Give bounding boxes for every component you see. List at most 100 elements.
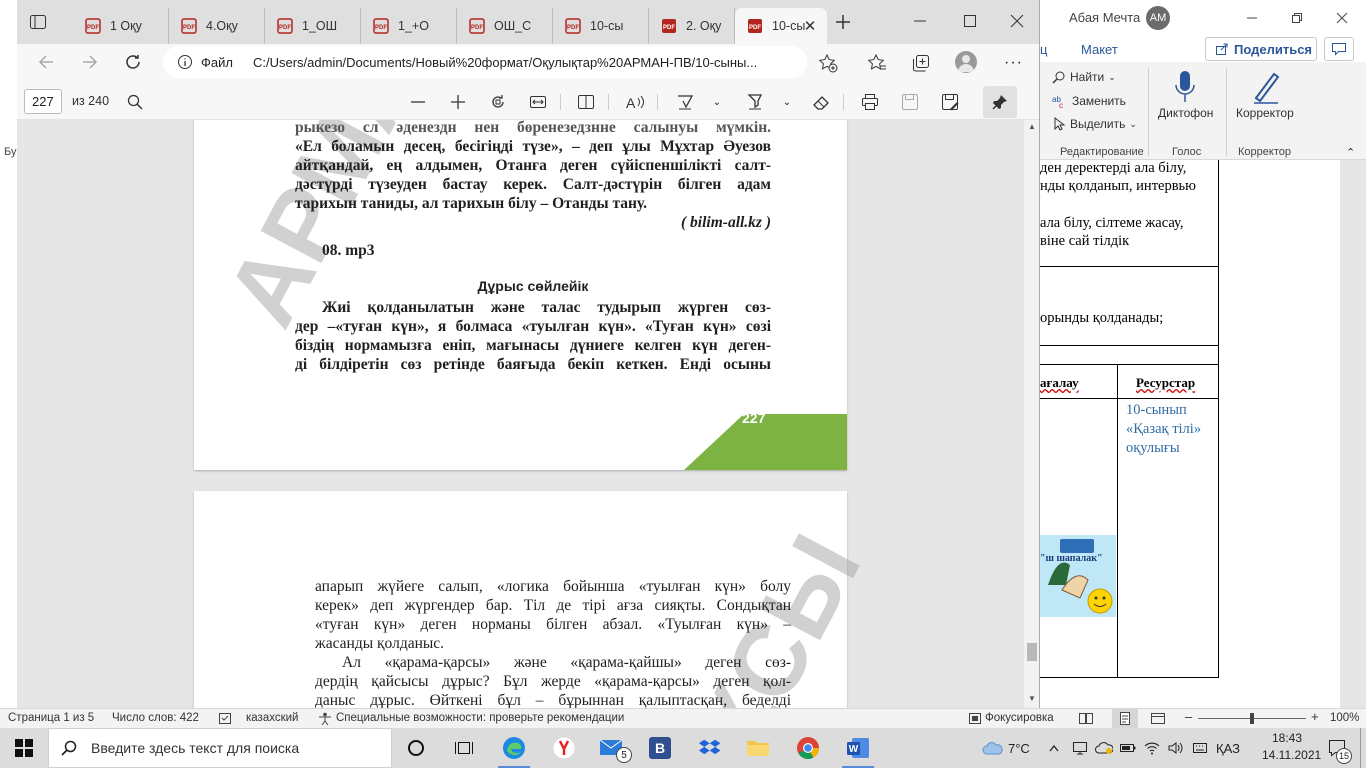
yandex-browser-icon[interactable] <box>540 728 588 768</box>
zoom-in-button[interactable]: + <box>1311 709 1319 724</box>
eraser-icon[interactable] <box>809 90 833 114</box>
draw-dropdown-icon[interactable]: ⌄ <box>705 90 729 114</box>
browser-tab[interactable]: PDF 2. Оқу <box>649 8 735 44</box>
collections-icon[interactable] <box>911 53 931 73</box>
scrollbar-thumb[interactable] <box>1027 643 1037 661</box>
close-icon[interactable] <box>1010 14 1024 28</box>
maximize-icon[interactable] <box>963 14 977 28</box>
network-share-icon[interactable] <box>1070 728 1090 768</box>
avatar[interactable]: АМ <box>1146 6 1170 30</box>
tab-actions-icon[interactable] <box>29 14 47 30</box>
favorites-icon[interactable] <box>867 53 887 73</box>
rotate-icon[interactable] <box>486 90 510 114</box>
close-icon[interactable] <box>1330 6 1354 30</box>
proofing-icon[interactable] <box>218 712 232 725</box>
input-language[interactable]: ҚАЗ <box>1216 728 1240 768</box>
language-label[interactable]: казахский <box>246 712 298 724</box>
page-view-icon[interactable] <box>574 90 598 114</box>
ribbon-tab-partial[interactable]: ц <box>1040 42 1047 57</box>
read-mode-icon[interactable] <box>1078 712 1094 725</box>
forward-icon[interactable] <box>81 53 99 71</box>
editor-button[interactable]: Корректор <box>1236 106 1294 120</box>
chrome-icon[interactable] <box>784 728 832 768</box>
scroll-down-icon[interactable]: ▼ <box>1028 694 1036 703</box>
taskbar-search[interactable]: Введите здесь текст для поиска <box>48 728 392 768</box>
weather-icon[interactable] <box>980 728 1006 768</box>
edge-app-icon[interactable] <box>490 728 538 768</box>
print-icon[interactable] <box>858 90 882 114</box>
profile-icon[interactable] <box>955 51 977 73</box>
browser-tab[interactable]: PDF 4.Оқу <box>169 8 265 44</box>
comments-button[interactable] <box>1324 37 1354 61</box>
editor-pen-icon[interactable] <box>1252 70 1280 104</box>
new-tab-icon[interactable] <box>835 14 851 30</box>
clapping-image[interactable]: "ш шапалак" <box>1040 535 1116 617</box>
show-hidden-icons[interactable] <box>1046 728 1062 768</box>
ribbon-tab-layout[interactable]: Макет <box>1081 42 1118 57</box>
dropbox-icon[interactable] <box>686 728 734 768</box>
word-account-name[interactable]: Абая Мечта <box>1069 10 1140 25</box>
page-count[interactable]: Страница 1 из 5 <box>8 712 94 724</box>
save-icon[interactable] <box>898 90 922 114</box>
word-app-icon[interactable]: W <box>834 728 882 768</box>
scroll-up-icon[interactable]: ▲ <box>1028 122 1036 131</box>
minimize-icon[interactable] <box>1240 6 1264 30</box>
accessibility-status[interactable]: Специальные возможности: проверьте реком… <box>336 712 624 724</box>
print-layout-icon[interactable] <box>1112 709 1138 728</box>
word-count[interactable]: Число слов: 422 <box>112 712 199 724</box>
search-icon[interactable] <box>123 90 147 114</box>
dictate-button[interactable]: Диктофон <box>1158 106 1213 120</box>
add-favorite-icon[interactable] <box>818 53 838 73</box>
back-icon[interactable] <box>37 53 55 71</box>
save-as-icon[interactable] <box>938 90 962 114</box>
restore-icon[interactable] <box>1285 6 1309 30</box>
cortana-icon[interactable] <box>392 728 440 768</box>
refresh-icon[interactable] <box>124 53 142 71</box>
zoom-in-icon[interactable] <box>446 90 470 114</box>
task-view-icon[interactable] <box>440 728 488 768</box>
weather-temp[interactable]: 7°C <box>1008 728 1030 768</box>
highlight-icon[interactable] <box>743 90 767 114</box>
browser-tab[interactable]: PDF 1_ОШ <box>265 8 361 44</box>
pdf-viewport[interactable]: АРМАН рыкезо сл әденездн нен бөренезедзн… <box>17 120 1024 708</box>
battery-icon[interactable] <box>1118 728 1138 768</box>
find-button[interactable]: Найти ⌄ <box>1052 70 1116 84</box>
browser-tab[interactable]: PDF 10-сы <box>553 8 649 44</box>
browser-tab[interactable]: PDF 1_+О <box>361 8 457 44</box>
settings-more-icon[interactable]: ··· <box>1004 54 1023 72</box>
keyboard-icon[interactable] <box>1190 728 1210 768</box>
zoom-slider-thumb[interactable] <box>1250 713 1254 724</box>
focus-mode[interactable]: Фокусировка <box>985 712 1054 724</box>
highlight-dropdown-icon[interactable]: ⌄ <box>775 90 799 114</box>
web-layout-icon[interactable] <box>1150 712 1166 725</box>
zoom-out-icon[interactable] <box>406 90 430 114</box>
mail-app-icon[interactable]: 5 <box>588 728 636 768</box>
onedrive-icon[interactable] <box>1094 728 1114 768</box>
read-aloud-icon[interactable]: A <box>623 90 647 114</box>
share-button[interactable]: Поделиться <box>1205 37 1317 61</box>
volume-icon[interactable] <box>1166 728 1186 768</box>
browser-tab-active[interactable]: PDF 10-сы ✕ <box>735 8 827 44</box>
show-desktop-button[interactable] <box>1360 728 1361 768</box>
browser-tab[interactable]: PDF ОШ_С <box>457 8 553 44</box>
replace-button[interactable]: ab c Заменить <box>1052 94 1126 108</box>
microphone-icon[interactable] <box>1173 70 1197 104</box>
collapse-ribbon-icon[interactable]: ⌃ <box>1346 146 1355 159</box>
zoom-level[interactable]: 100% <box>1330 712 1359 724</box>
minimize-icon[interactable] <box>913 14 927 28</box>
url-field[interactable]: Файл C:/Users/admin/Documents/Новый%20фо… <box>163 46 807 78</box>
windows-start-icon[interactable] <box>0 728 48 768</box>
scrollbar[interactable]: ▲ ▼ <box>1024 120 1039 708</box>
wifi-icon[interactable] <box>1142 728 1162 768</box>
browser-tab[interactable]: PDF 1 Оқу <box>73 8 169 44</box>
pin-toolbar-icon[interactable] <box>983 86 1017 118</box>
draw-icon[interactable] <box>673 90 697 114</box>
tab-close-icon[interactable]: ✕ <box>801 17 819 35</box>
select-button[interactable]: Выделить ⌄ <box>1052 117 1137 131</box>
notifications-icon[interactable]: 15 <box>1322 728 1352 768</box>
fit-width-icon[interactable] <box>526 90 550 114</box>
page-number-input[interactable]: 227 <box>24 89 62 114</box>
clock[interactable]: 18:43 14.11.2021 <box>1262 730 1321 764</box>
zoom-out-button[interactable]: – <box>1185 709 1192 724</box>
file-explorer-icon[interactable] <box>734 728 782 768</box>
